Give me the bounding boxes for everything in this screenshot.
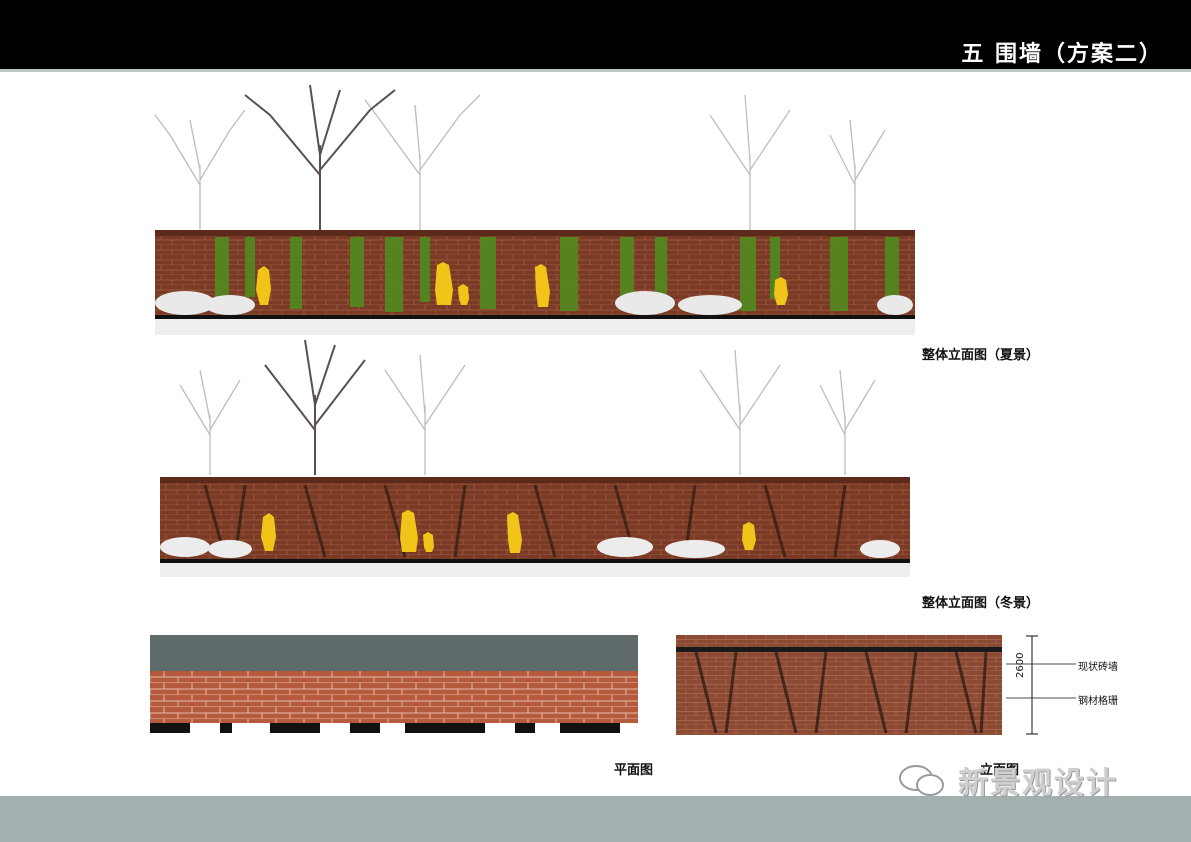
caption-winter: 整体立面图（冬景）: [922, 596, 1040, 611]
plan-view: [150, 635, 638, 733]
tree-dark-summer: [244, 84, 396, 230]
caption-plan: 平面图: [614, 763, 654, 778]
footer-bar: [0, 796, 1191, 842]
label-steel-grille: 钢材格珊: [1078, 696, 1118, 707]
trees-summer: [154, 94, 886, 230]
summer-elevation: [154, 84, 915, 335]
winter-elevation: [160, 339, 910, 577]
page-title: 五 围墙（方案二）: [961, 42, 1163, 67]
watermark-text: 新景观设计: [958, 766, 1118, 801]
label-brick-wall: 现状砖墙: [1078, 662, 1118, 673]
header-bar: 五 围墙（方案二）: [0, 0, 1191, 72]
dimension-marker: [1006, 635, 1076, 735]
header-rule: [0, 69, 1191, 72]
caption-summer: 整体立面图（夏景）: [922, 348, 1040, 363]
label-height: 2600: [1015, 652, 1026, 678]
wechat-icon: [899, 765, 944, 796]
detail-elevation: [676, 635, 1002, 735]
